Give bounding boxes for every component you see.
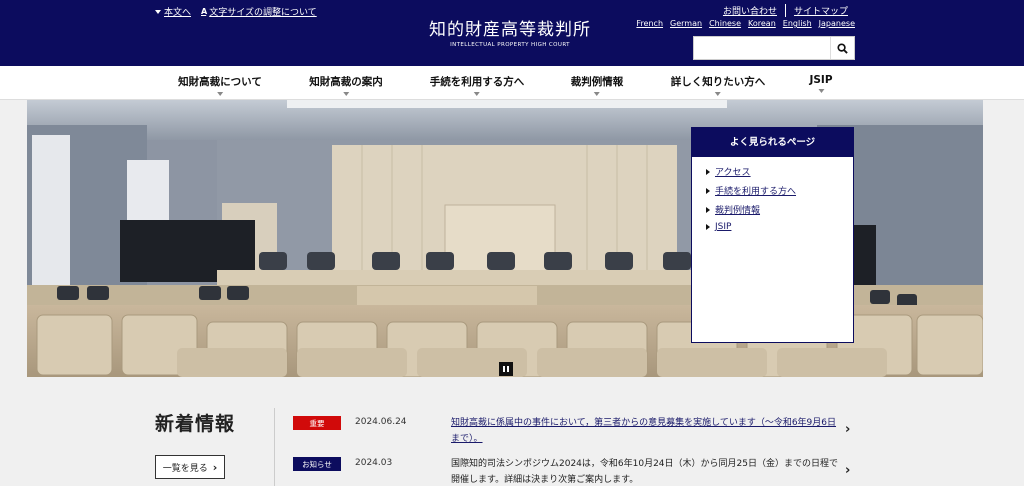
- chevron-down-icon: [217, 92, 223, 96]
- popular-link-jsip[interactable]: JSIP: [715, 222, 731, 232]
- popular-link-procedures[interactable]: 手続を利用する方へ: [715, 184, 796, 197]
- pause-icon: [503, 366, 505, 372]
- lang-japanese[interactable]: Japanese: [819, 19, 855, 28]
- font-size-icon: A: [201, 7, 207, 16]
- lang-german[interactable]: German: [670, 19, 702, 28]
- site-header: 本文へ A 文字サイズの調整について 知的財産高等裁判所 INTELLECTUAL…: [0, 0, 1024, 66]
- popular-pages-list: アクセス 手続を利用する方へ 裁判例情報 JSIP: [692, 157, 853, 232]
- lang-chinese[interactable]: Chinese: [709, 19, 741, 28]
- slideshow-pause-button[interactable]: [499, 362, 513, 376]
- popular-item-precedents: 裁判例情報: [706, 203, 853, 216]
- caret-right-icon: [706, 206, 710, 213]
- skip-links: 本文へ A 文字サイズの調整について: [155, 5, 317, 18]
- popular-item-access: アクセス: [706, 165, 853, 178]
- news-more-button[interactable]: 一覧を見る ›: [155, 455, 225, 479]
- nav-item-about[interactable]: 知財高裁について: [178, 74, 262, 96]
- nav-item-jsip[interactable]: JSIP: [809, 74, 833, 93]
- search-button[interactable]: [830, 37, 854, 59]
- chevron-down-icon: [715, 92, 721, 96]
- logo-english: INTELLECTUAL PROPERTY HIGH COURT: [450, 42, 570, 48]
- news-divider: [274, 408, 275, 486]
- caret-right-icon: [706, 187, 710, 194]
- search-icon: [837, 42, 848, 54]
- font-size-link[interactable]: A 文字サイズの調整について: [201, 5, 317, 18]
- notice-badge: お知らせ: [293, 457, 341, 471]
- popular-pages-panel: よく見られるページ アクセス 手続を利用する方へ 裁判例情報 JSIP: [691, 127, 854, 343]
- nav-item-learn-more[interactable]: 詳しく知りたい方へ: [671, 74, 765, 96]
- popular-item-jsip: JSIP: [706, 222, 853, 232]
- chevron-right-icon[interactable]: ›: [845, 463, 850, 478]
- logo-japanese: 知的財産高等裁判所: [429, 20, 591, 40]
- popular-pages-title: よく見られるページ: [692, 128, 853, 157]
- search-box: [693, 36, 855, 60]
- chevron-right-icon: ›: [212, 460, 218, 474]
- caret-right-icon: [706, 224, 710, 230]
- chevron-down-icon: [474, 92, 480, 96]
- popular-item-procedures: 手続を利用する方へ: [706, 184, 853, 197]
- skip-to-content-link[interactable]: 本文へ: [155, 5, 191, 18]
- site-logo[interactable]: 知的財産高等裁判所 INTELLECTUAL PROPERTY HIGH COU…: [429, 15, 591, 48]
- search-input[interactable]: [694, 37, 830, 59]
- chevron-down-icon: [343, 92, 349, 96]
- global-nav: 知財高裁について 知財高裁の案内 手続を利用する方へ 裁判例情報 詳しく知りたい…: [0, 66, 1024, 100]
- important-badge: 重要: [293, 416, 341, 430]
- nav-item-procedures[interactable]: 手続を利用する方へ: [430, 74, 524, 96]
- chevron-down-icon: [817, 89, 824, 93]
- pause-icon-bar: [507, 366, 509, 372]
- contact-link[interactable]: お問い合わせ: [715, 4, 785, 17]
- popular-link-access[interactable]: アクセス: [715, 165, 751, 178]
- news-text: 知財高裁に係属中の事件において，第三者からの意見募集を実施しています（～令和6年…: [451, 415, 841, 447]
- lang-korean[interactable]: Korean: [748, 19, 776, 28]
- chevron-down-icon: [594, 92, 600, 96]
- caret-right-icon: [706, 168, 710, 175]
- news-date: 2024.03: [355, 458, 393, 468]
- news-text: 国際知的司法シンポジウム2024は，令和6年10月24日（木）から同月25日（金…: [451, 459, 838, 485]
- news-section: 新着情報 一覧を見る › 重要 2024.06.24 知財高裁に係属中の事件におい…: [0, 377, 1024, 486]
- utility-links: お問い合わせ サイトマップ: [715, 4, 856, 17]
- nav-item-guide[interactable]: 知財高裁の案内: [309, 74, 383, 96]
- news-title: 新着情報: [155, 413, 236, 435]
- caret-down-icon: [155, 9, 161, 14]
- chevron-right-icon[interactable]: ›: [845, 422, 850, 437]
- language-links: French German Chinese Korean English Jap…: [636, 19, 855, 28]
- news-date: 2024.06.24: [355, 417, 407, 427]
- lang-english[interactable]: English: [783, 19, 812, 28]
- sitemap-link[interactable]: サイトマップ: [784, 4, 856, 17]
- popular-link-precedents[interactable]: 裁判例情報: [715, 203, 760, 216]
- lang-french[interactable]: French: [636, 19, 663, 28]
- nav-item-precedents[interactable]: 裁判例情報: [571, 74, 623, 96]
- news-link[interactable]: 知財高裁に係属中の事件において，第三者からの意見募集を実施しています（～令和6年…: [451, 418, 836, 444]
